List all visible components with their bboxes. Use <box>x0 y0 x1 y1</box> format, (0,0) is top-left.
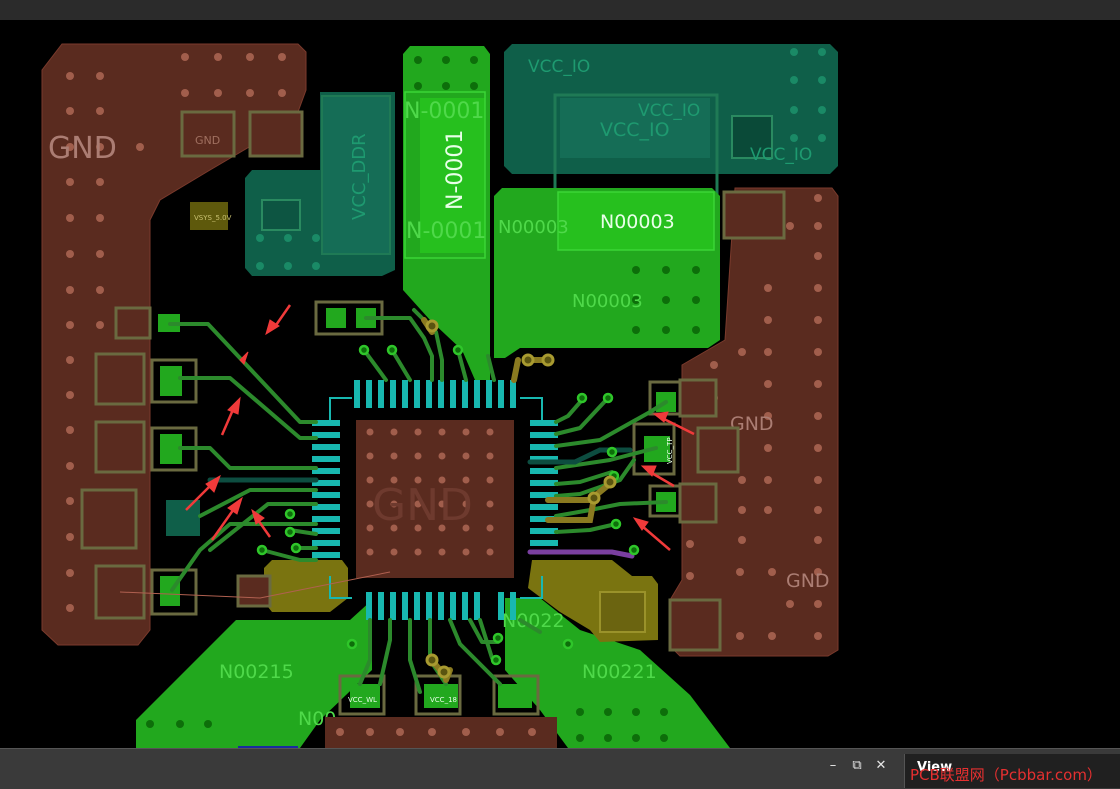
net-label-gnd-center: GND <box>372 480 473 531</box>
net-label-n00003-a: N00003 <box>498 217 569 238</box>
net-label-n0001-a: N-0001 <box>404 99 484 124</box>
vcc-18-label: VCC_18 <box>430 696 457 704</box>
net-label-n00003-c: N00003 <box>572 291 643 312</box>
top-toolbar <box>0 0 1120 20</box>
watermark-text: PCB联盟网（Pcbbar.com） <box>910 766 1102 784</box>
net-label-n00003-b: N00003 <box>600 211 675 233</box>
ic-chip[interactable]: GND <box>312 380 558 620</box>
vcc-tp-label: VCC_TP <box>666 437 674 464</box>
minimize-button[interactable]: – <box>824 757 842 775</box>
net-label-gnd-right2: GND <box>786 570 830 592</box>
restore-button[interactable]: ⧉ <box>848 757 866 775</box>
net-label-n00221: N00221 <box>582 661 657 683</box>
net-label-n0001-c: N-0001 <box>406 219 486 244</box>
net-label-vcc-ddr: VCC_DDR <box>349 133 370 220</box>
pcb-layout-canvas[interactable]: GND GND GND VCC_IO VCC_IO VCC_IO VCC_IO … <box>0 20 1120 748</box>
close-button[interactable]: ✕ <box>872 757 890 775</box>
net-label-n00215: N00215 <box>219 661 294 683</box>
n00003-pour[interactable]: N00003 N00003 N00003 <box>494 188 720 358</box>
svg-text:GND: GND <box>195 134 220 147</box>
trace-purple <box>527 549 635 559</box>
net-label-vcc-io1: VCC_IO <box>528 57 590 77</box>
net-label-gnd-left: GND <box>48 131 117 166</box>
net-label-vcc-io3: VCC_IO <box>600 119 670 141</box>
net-label-n0001-b: N-0001 <box>443 130 468 210</box>
vsys-label: VSYS_5.0V <box>194 214 232 222</box>
component-labels: GND <box>195 134 220 147</box>
net-label-vcc-io4: VCC_IO <box>750 145 812 165</box>
vcc-wl-label: VCC_WL <box>348 696 377 704</box>
net-label-vcc-io2: VCC_IO <box>638 101 700 121</box>
